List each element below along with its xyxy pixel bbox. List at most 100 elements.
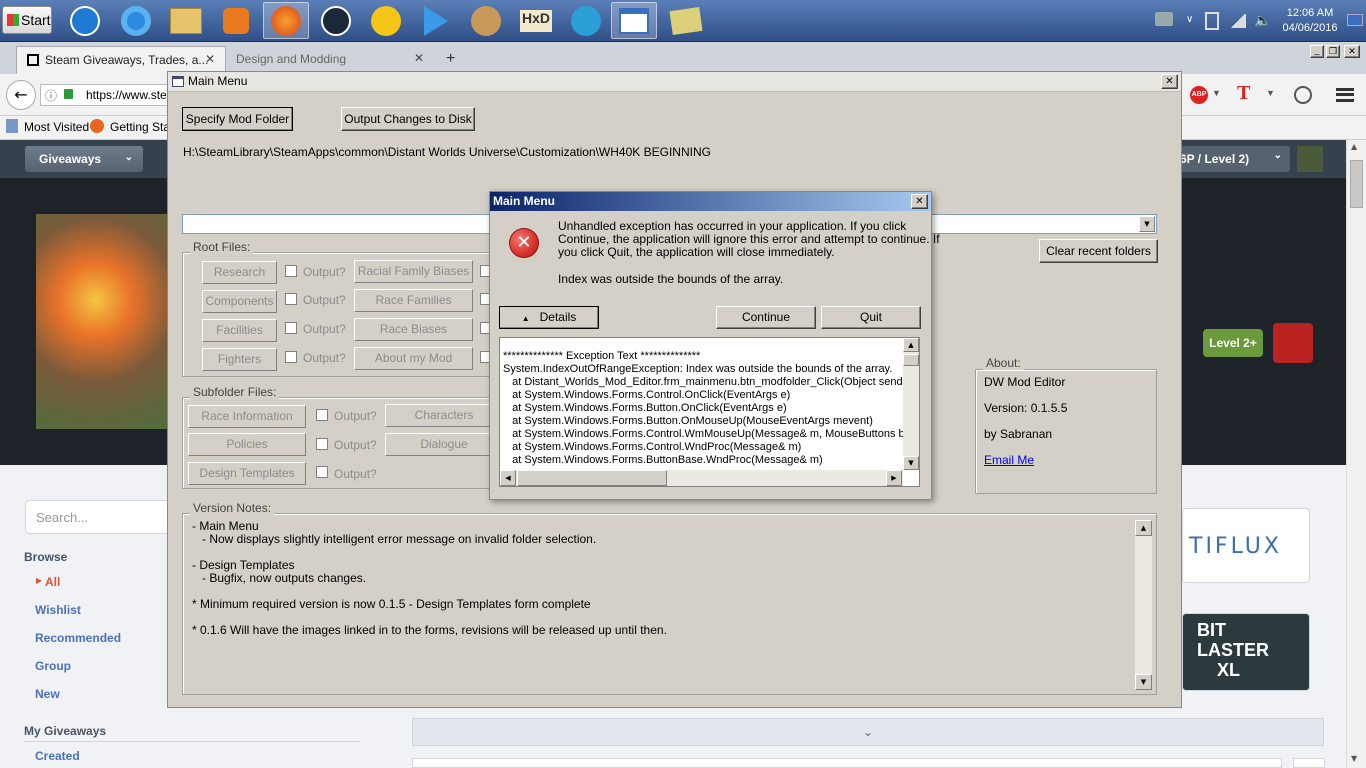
browse-group[interactable]: Group (35, 659, 71, 673)
clock[interactable]: 12:06 AM 04/06/2016 (1280, 6, 1340, 36)
browse-new[interactable]: New (35, 687, 60, 701)
restore-icon[interactable]: ❐ (1326, 45, 1340, 58)
t-menu-icon[interactable]: ▼ (1266, 88, 1275, 98)
globe-icon[interactable] (1294, 86, 1312, 104)
browse-all[interactable]: All (45, 575, 60, 589)
bookmark-most-visited[interactable]: Most Visited (24, 120, 89, 134)
device-icon[interactable] (1205, 12, 1219, 30)
info-icon[interactable]: ⓘ (45, 87, 57, 104)
continue-button[interactable]: Continue (716, 306, 816, 329)
race-information-button[interactable]: Race Information (188, 405, 306, 428)
close-window-icon[interactable]: ✕ (1344, 45, 1360, 58)
policies-output-checkbox[interactable] (316, 438, 328, 450)
fighters-output-checkbox[interactable] (285, 351, 297, 363)
scroll-up-icon[interactable]: ▲ (1351, 142, 1357, 151)
output-changes-button[interactable]: Output Changes to Disk (341, 107, 475, 131)
search-input[interactable]: Search... (25, 500, 170, 534)
details-vscrollbar[interactable]: ▲ ▼ (903, 338, 919, 470)
tab-steamgifts[interactable]: Steam Giveaways, Trades, a... ✕ (16, 46, 226, 74)
hxd-icon[interactable]: HxD (513, 2, 559, 39)
race-biases-button[interactable]: Race Biases (354, 318, 473, 341)
show-desktop-icon[interactable] (1347, 14, 1363, 26)
start-button[interactable]: Start (2, 6, 52, 34)
scroll-thumb[interactable] (517, 470, 667, 486)
window-icon[interactable] (611, 2, 657, 39)
g-app-icon[interactable] (363, 2, 409, 39)
browse-recommended[interactable]: Recommended (35, 631, 121, 645)
facilities-output-checkbox[interactable] (285, 322, 297, 334)
rabbid-avatar[interactable] (1273, 323, 1313, 363)
scroll-down-icon[interactable]: ▼ (1351, 754, 1357, 763)
volume-icon[interactable]: 🔈 (1254, 12, 1271, 29)
tiflux-ad[interactable]: TIFLUX (1182, 508, 1310, 583)
giveaways-dropdown[interactable]: Giveaways ⌄ (25, 146, 143, 172)
tray-expand-icon[interactable]: ∨ (1186, 14, 1193, 25)
adblock-menu-icon[interactable]: ▼ (1212, 88, 1221, 98)
menu-icon[interactable] (1336, 88, 1354, 102)
racial-family-biases-button[interactable]: Racial Family Biases (354, 260, 473, 283)
cow-icon[interactable] (463, 2, 509, 39)
race-info-output-checkbox[interactable] (316, 409, 328, 421)
url-bar[interactable]: https://www.ste (40, 84, 170, 106)
adblock-icon[interactable]: ABP (1190, 86, 1208, 104)
close-icon[interactable]: ✕ (1161, 74, 1178, 89)
close-icon[interactable]: ✕ (911, 194, 928, 209)
scroll-up-icon[interactable]: ▲ (903, 338, 919, 352)
notes-scrollbar[interactable]: ▲ ▼ (1135, 520, 1152, 690)
race-families-button[interactable]: Race Families (354, 289, 473, 312)
design-templates-button[interactable]: Design Templates (188, 462, 306, 485)
scroll-up-icon[interactable]: ▲ (1135, 520, 1152, 536)
scroll-down-icon[interactable]: ▼ (903, 456, 919, 470)
expand-chevron-icon[interactable]: ⌄ (412, 718, 1324, 746)
exception-details[interactable]: ************** Exception Text **********… (499, 337, 920, 487)
research-output-checkbox[interactable] (285, 265, 297, 277)
browse-wishlist[interactable]: Wishlist (35, 603, 81, 617)
scroll-right-icon[interactable]: ▶ (886, 470, 902, 486)
new-tab-icon[interactable]: + (446, 50, 455, 68)
design-templates-output-checkbox[interactable] (316, 466, 328, 478)
ie-icon[interactable] (113, 2, 159, 39)
specify-mod-folder-button[interactable]: Specify Mod Folder (182, 107, 293, 131)
main-menu-titlebar[interactable]: Main Menu (168, 72, 1181, 92)
details-button[interactable]: ▲ Details (499, 306, 599, 329)
tab-design-modding[interactable]: Design and Modding ✕ (226, 46, 436, 74)
close-tab-icon[interactable]: ✕ (414, 51, 424, 65)
quit-button[interactable]: Quit (821, 306, 921, 329)
about-my-mod-button[interactable]: About my Mod (354, 347, 473, 370)
fighters-button[interactable]: Fighters (202, 348, 277, 371)
page-scrollbar[interactable]: ▲ ▼ (1346, 140, 1366, 768)
keyboard-icon[interactable] (1155, 12, 1173, 26)
minimize-icon[interactable]: _ (1310, 45, 1324, 58)
characters-button[interactable]: Characters (385, 404, 503, 427)
network-icon[interactable] (563, 2, 609, 39)
bitblaster-ad[interactable]: BIT LASTER XL (1182, 613, 1310, 691)
scroll-down-icon[interactable]: ▼ (1135, 674, 1152, 690)
dropdown-arrow-icon[interactable]: ▼ (1139, 216, 1155, 232)
dialogue-button[interactable]: Dialogue (385, 433, 503, 456)
my-giveaways-created[interactable]: Created (35, 749, 80, 763)
steam-icon[interactable] (313, 2, 359, 39)
policies-button[interactable]: Policies (188, 433, 306, 456)
components-output-checkbox[interactable] (285, 293, 297, 305)
explorer-icon[interactable] (163, 2, 209, 39)
dialog-titlebar[interactable]: Main Menu (490, 192, 931, 211)
play-icon[interactable] (413, 2, 459, 39)
clear-recent-folders-button[interactable]: Clear recent folders (1039, 239, 1158, 263)
email-link[interactable]: Email Me (984, 453, 1034, 467)
components-button[interactable]: Components (202, 290, 277, 313)
uplay-icon[interactable] (62, 2, 108, 39)
details-hscrollbar[interactable]: ◀ ▶ (500, 470, 903, 486)
scroll-left-icon[interactable]: ◀ (500, 470, 516, 486)
facilities-button[interactable]: Facilities (202, 319, 277, 342)
close-tab-icon[interactable]: ✕ (205, 52, 215, 66)
bookmark-getting-started[interactable]: Getting Sta (110, 120, 170, 134)
back-icon[interactable]: ← (6, 80, 36, 110)
avatar[interactable] (1297, 146, 1323, 172)
research-button[interactable]: Research (202, 261, 277, 284)
account-dropdown[interactable]: 6P / Level 2) ⌄ (1180, 146, 1290, 172)
folder-icon[interactable] (663, 2, 709, 39)
scroll-thumb[interactable] (1350, 160, 1363, 208)
firefox-icon[interactable] (263, 2, 309, 39)
media-player-icon[interactable] (213, 2, 259, 39)
signal-icon[interactable] (1230, 14, 1246, 28)
